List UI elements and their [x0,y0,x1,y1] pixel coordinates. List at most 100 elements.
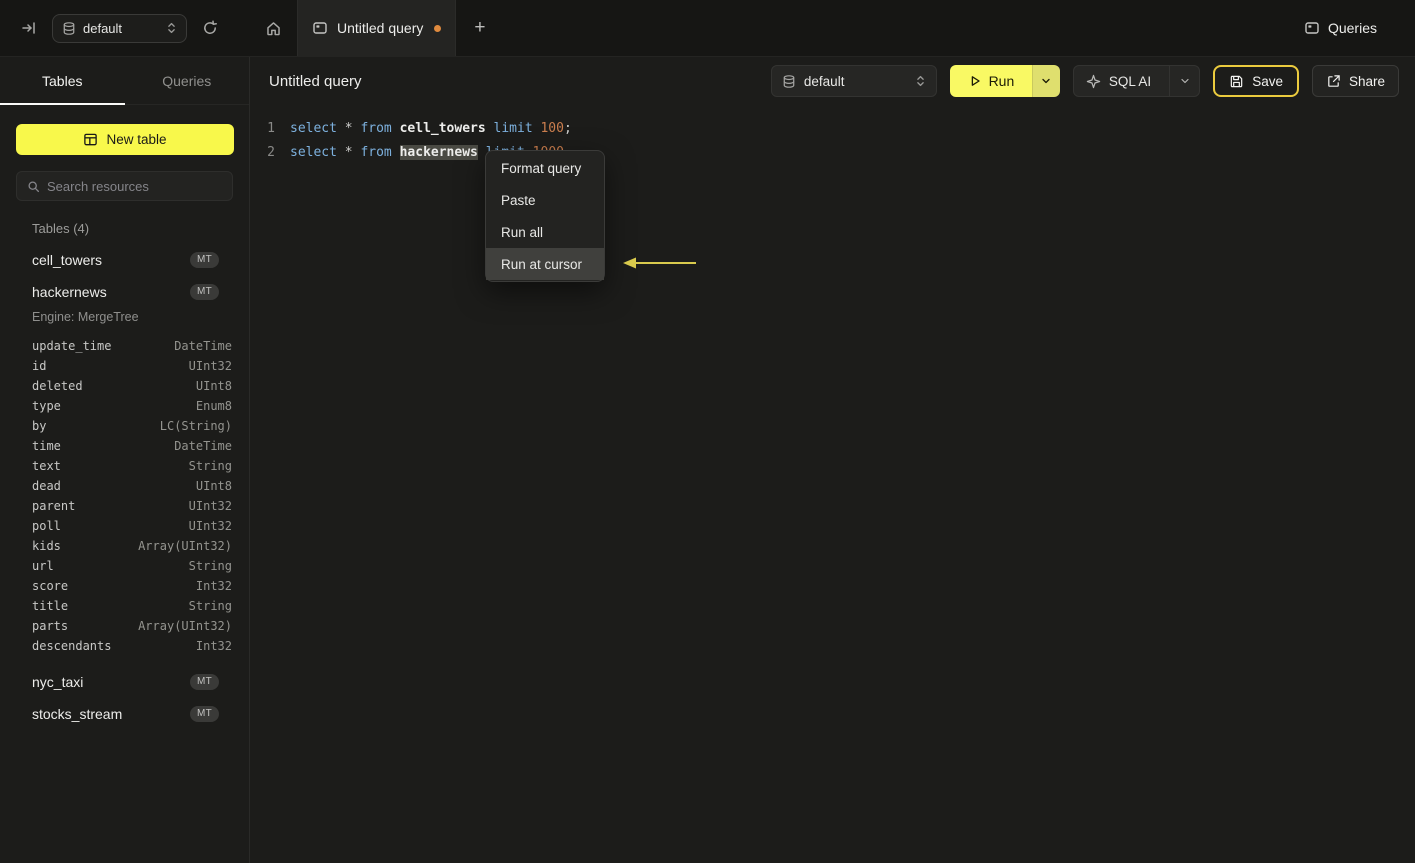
column-name: time [32,439,61,453]
save-button[interactable]: Save [1213,65,1299,97]
queries-button[interactable]: Queries [1304,20,1377,36]
database-icon [62,21,76,36]
column-type: Int32 [195,639,232,653]
column-type: UInt32 [188,519,232,533]
new-table-button[interactable]: New table [16,124,234,155]
collapse-sidebar-button[interactable] [16,15,42,41]
column-row: score Int32 [0,576,249,596]
engine-badge: MT [189,674,219,690]
column-row: deleted UInt8 [0,376,249,396]
column-type: DateTime [174,339,232,353]
column-row: by LC(String) [0,416,249,436]
run-split-button: Run [949,65,1060,97]
column-type: UInt32 [188,499,232,513]
sidebar-tabs: Tables Queries [0,57,249,105]
table-row-hackernews[interactable]: hackernews MT [0,276,249,308]
menu-item-format-query[interactable]: Format query [486,152,604,184]
sidebar: Tables Queries New table Tables (4) cell [0,57,250,863]
chevron-up-down-icon [915,74,926,88]
query-toolbar: Untitled query default Run SQL AI Save S… [251,57,1415,105]
tab-strip: Untitled query + [250,0,503,56]
query-title: Untitled query [269,72,362,90]
engine-badge: MT [189,284,219,300]
menu-item-paste[interactable]: Paste [486,184,604,216]
unsaved-indicator-dot [434,24,442,32]
home-icon [265,20,282,37]
tab-label: Untitled query [337,20,424,36]
engine-label: Engine: MergeTree [32,310,139,324]
column-name: parts [32,619,69,633]
column-row: update_time DateTime [0,336,249,356]
column-type: UInt8 [195,479,232,493]
topbar-database-selector[interactable]: default [52,13,187,43]
column-name: poll [32,519,61,533]
column-row: title String [0,596,249,616]
code-line-1: 1 select * from cell_towers limit 100; [251,116,1415,140]
queries-icon [1304,20,1320,36]
refresh-button[interactable] [197,15,223,41]
sidebar-tab-tables[interactable]: Tables [0,57,125,105]
collapse-sidebar-icon [21,20,37,36]
table-name: hackernews [32,284,107,300]
line-number: 2 [267,144,275,160]
sql-editor[interactable]: 1 select * from cell_towers limit 100; 2… [251,105,1415,863]
share-button[interactable]: Share [1311,65,1399,97]
toolbar-database-selector[interactable]: default [770,65,937,97]
run-button[interactable]: Run [949,65,1032,97]
table-row-cell-towers[interactable]: cell_towers MT [0,244,249,276]
sidebar-tab-queries[interactable]: Queries [125,57,250,104]
column-name: update_time [32,339,112,353]
column-row: dead UInt8 [0,476,249,496]
sparkle-icon [1086,74,1101,89]
search-input[interactable] [47,178,222,194]
sql-ai-label: SQL AI [1108,73,1152,89]
new-table-label: New table [106,132,167,147]
home-tab-button[interactable] [250,0,297,56]
sql-ai-dropdown[interactable] [1169,66,1199,96]
menu-item-run-at-cursor[interactable]: Run at cursor [486,248,604,280]
column-type: String [188,459,232,473]
column-type: Enum8 [195,399,232,413]
save-icon [1229,74,1244,89]
column-type: String [188,599,232,613]
column-type: Array(UInt32) [138,539,232,553]
tables-section-title: Tables (4) [32,221,90,236]
table-name: nyc_taxi [32,674,84,690]
table-row-nyc-taxi[interactable]: nyc_taxi MT [0,666,249,698]
sql-ai-button[interactable]: SQL AI [1072,65,1201,97]
table-grid-icon [83,132,98,147]
column-row: kids Array(UInt32) [0,536,249,556]
menu-item-run-all[interactable]: Run all [486,216,604,248]
topbar-left: default [0,0,250,56]
tab-untitled-query[interactable]: Untitled query [297,0,457,56]
play-icon [968,74,982,88]
new-tab-button[interactable]: + [456,0,503,56]
chevron-down-icon [1040,75,1052,87]
column-row: descendants Int32 [0,636,249,656]
column-row: url String [0,556,249,576]
run-options-button[interactable] [1031,65,1060,97]
run-button-label: Run [988,73,1015,89]
column-type: LC(String) [159,419,232,433]
toolbar-actions: default Run SQL AI Save Share [770,65,1399,97]
column-row: id UInt32 [0,356,249,376]
share-button-label: Share [1348,73,1385,89]
column-type: DateTime [174,439,232,453]
table-row-stocks-stream[interactable]: stocks_stream MT [0,698,249,730]
column-name: deleted [32,379,83,393]
queries-button-label: Queries [1327,20,1377,36]
column-name: text [32,459,61,473]
share-icon [1326,74,1341,89]
column-name: type [32,399,61,413]
column-name: by [32,419,47,433]
column-row: time DateTime [0,436,249,456]
column-name: kids [32,539,61,553]
column-type: String [188,559,232,573]
query-tab-icon [312,20,328,36]
line-number: 1 [267,120,275,136]
column-name: score [32,579,69,593]
column-row: parent UInt32 [0,496,249,516]
topbar-right: Queries [1304,0,1415,56]
column-row: parts Array(UInt32) [0,616,249,636]
save-button-label: Save [1252,73,1283,89]
